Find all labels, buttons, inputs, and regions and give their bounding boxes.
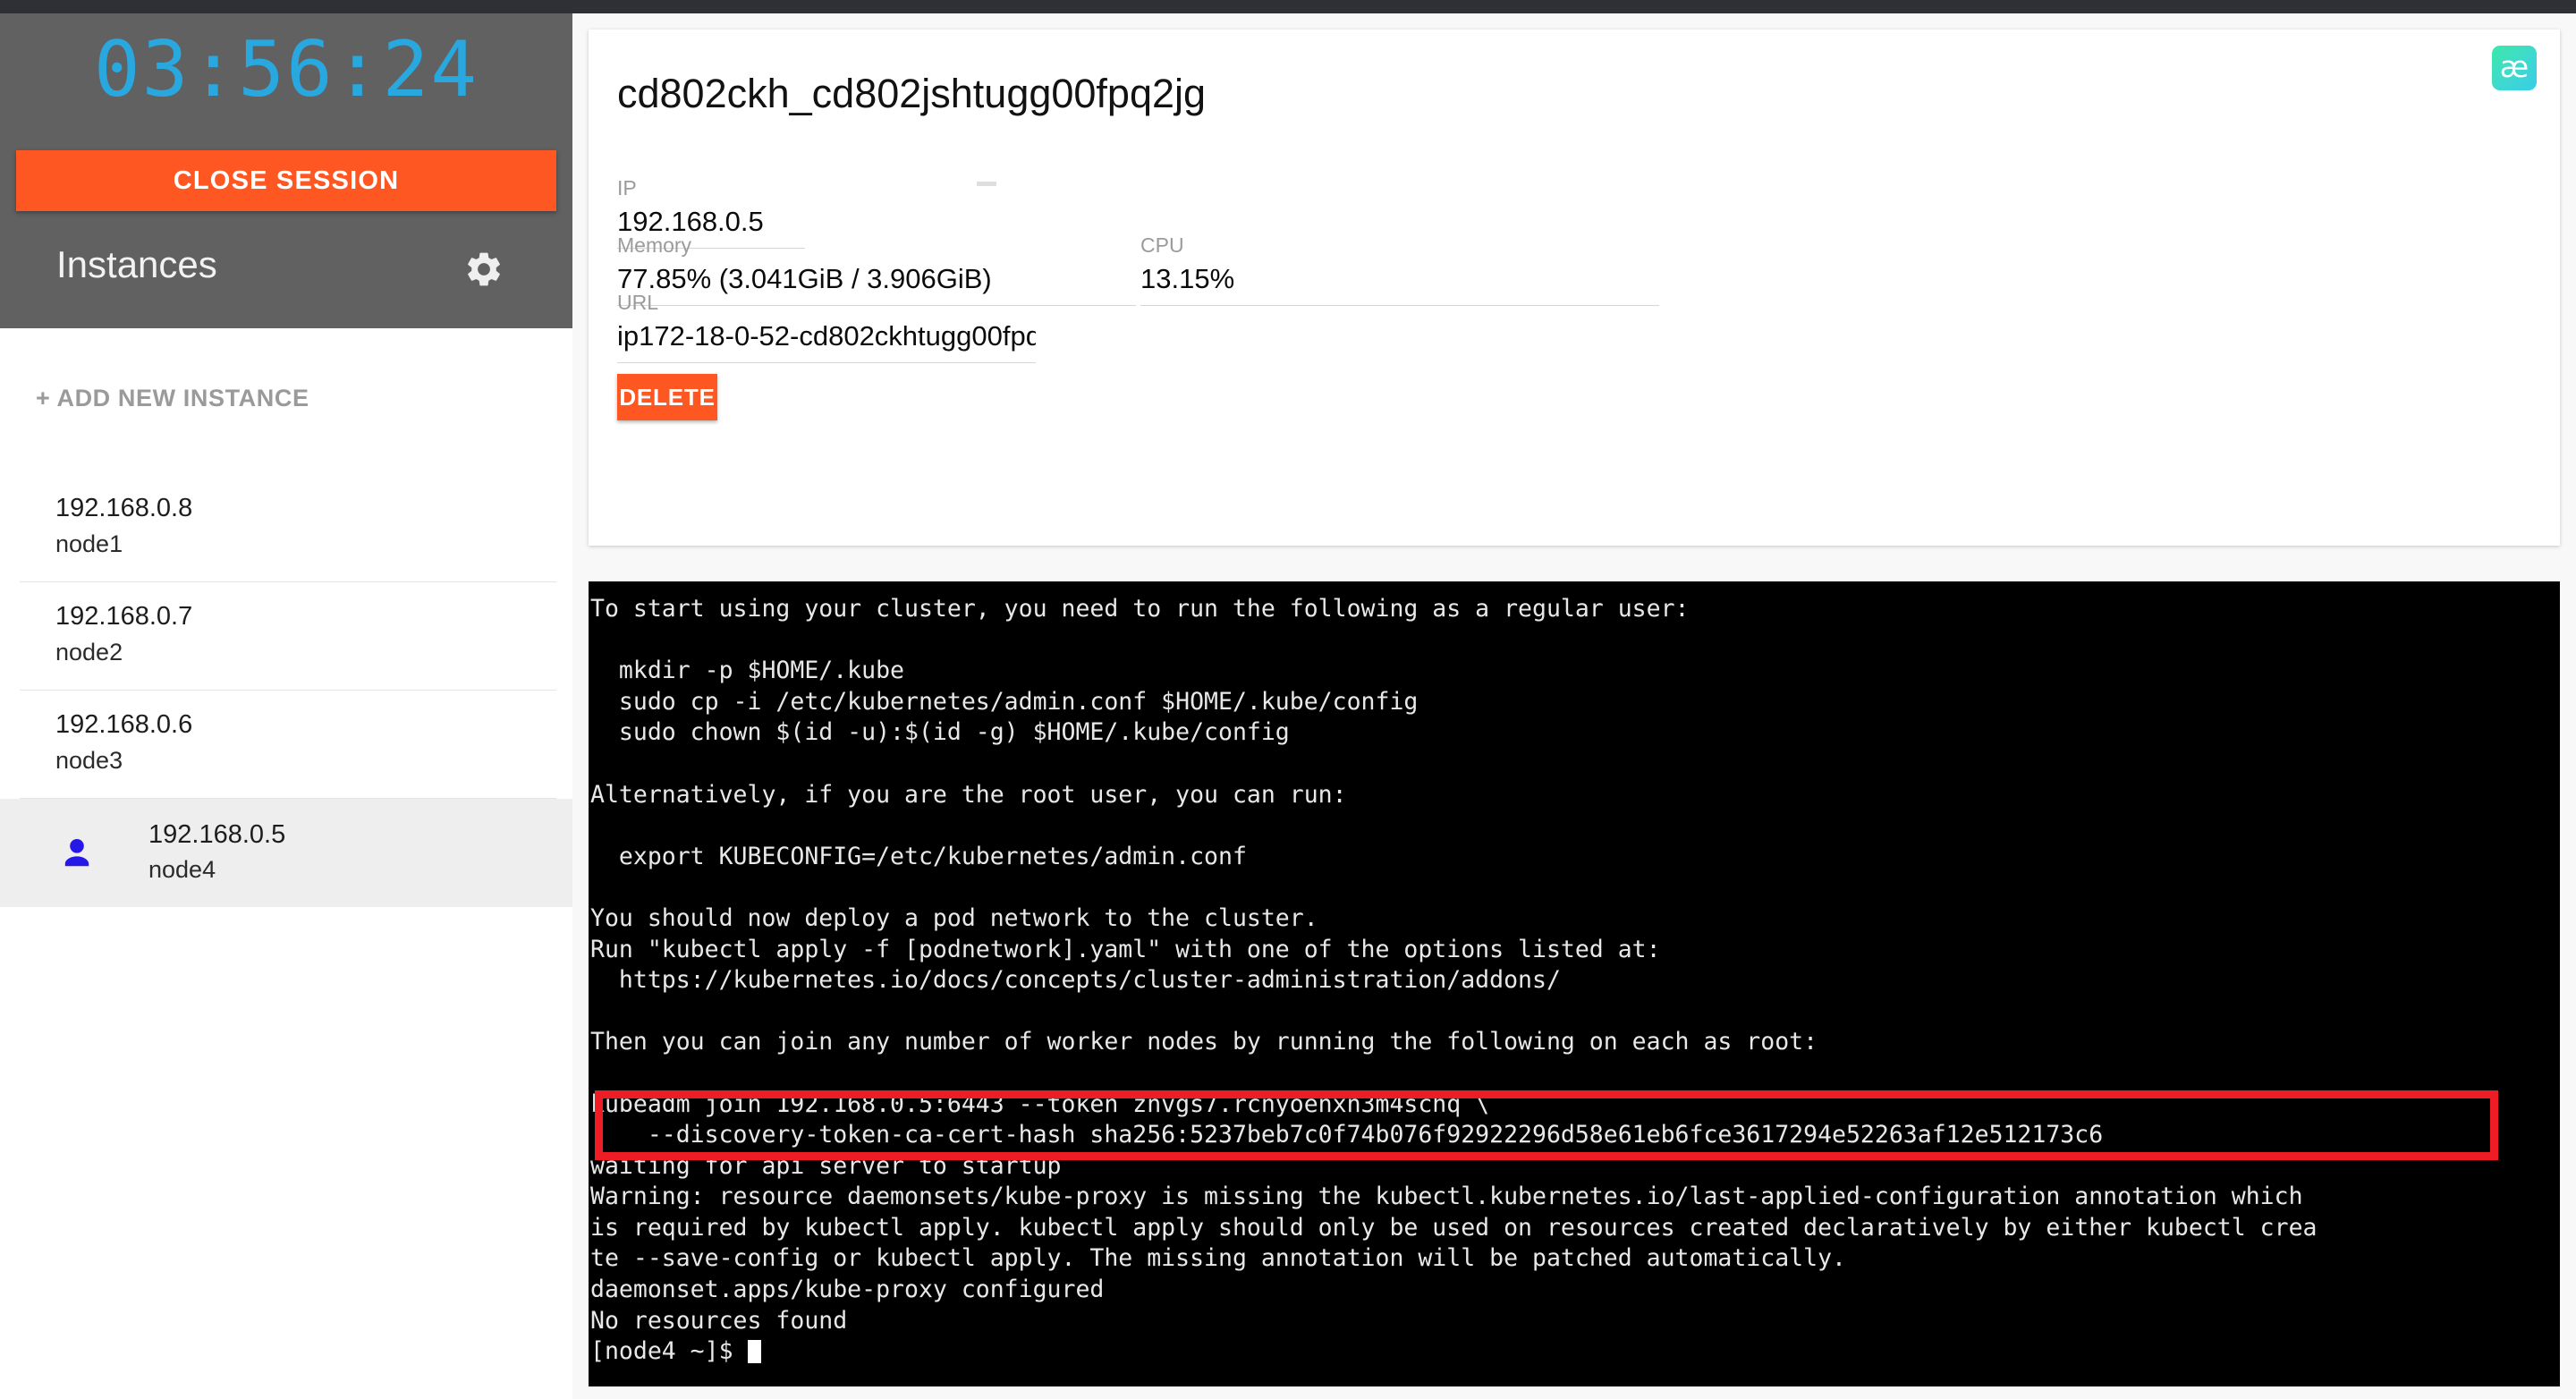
instance-name: node1 <box>55 530 123 557</box>
terminal-line: You should now deploy a pod network to t… <box>590 903 1318 932</box>
terminal-line: Warning: resource daemonsets/kube-proxy … <box>590 1183 2303 1211</box>
gear-icon[interactable] <box>463 249 504 290</box>
instance-detail-card: æ cd802ckh_cd802jshtugg00fpq2jg IP 192.1… <box>589 30 2560 546</box>
prompt-text: [node4 ~]$ <box>590 1337 748 1366</box>
instance-ip: 192.168.0.8 <box>55 494 193 522</box>
main-content: æ cd802ckh_cd802jshtugg00fpq2jg IP 192.1… <box>572 13 2576 1399</box>
ip-label: IP <box>617 176 637 199</box>
delete-button[interactable]: DELETE <box>617 374 717 420</box>
terminal-line: Then you can join any number of worker n… <box>590 1028 1818 1056</box>
page-title: cd802ckh_cd802jshtugg00fpq2jg <box>617 71 1207 116</box>
cpu-value[interactable]: 13.15% <box>1140 263 1659 306</box>
top-bar <box>0 0 2576 13</box>
instance-ip: 192.168.0.6 <box>55 710 193 739</box>
terminal-line: Run "kubectl apply -f [podnetwork].yaml"… <box>590 935 1661 963</box>
instance-name: node3 <box>55 747 123 774</box>
url-field: URL ip172-18-0-52-cd802ckhtugg00fpq2hg.d… <box>617 291 1036 363</box>
add-new-instance-button[interactable]: + ADD NEW INSTANCE <box>36 385 309 412</box>
divider-dash <box>977 182 996 186</box>
list-item[interactable]: 192.168.0.7 node2 <box>20 582 556 691</box>
terminal-line: te --save-config or kubectl apply. The m… <box>590 1244 1846 1273</box>
cpu-field: CPU 13.15% <box>1140 233 1659 306</box>
instance-ip: 192.168.0.5 <box>148 820 286 849</box>
session-timer: 03:56:24 <box>93 25 479 114</box>
instance-list: 192.168.0.8 node1 192.168.0.7 node2 192.… <box>0 474 572 907</box>
terminal-line: kubeadm join 192.168.0.5:6443 --token zn… <box>590 1090 1490 1118</box>
terminal-line: daemonset.apps/kube-proxy configured <box>590 1276 1105 1304</box>
instances-heading: Instances <box>56 243 217 285</box>
instances-header: Instances <box>0 233 572 322</box>
list-item[interactable]: 192.168.0.6 node3 <box>20 691 556 799</box>
terminal-console[interactable]: To start using your cluster, you need to… <box>589 581 2560 1386</box>
sidebar-header: 03:56:24 CLOSE SESSION Instances <box>0 13 572 328</box>
terminal-prompt: [node4 ~]$ <box>590 1336 2317 1368</box>
url-label: URL <box>617 291 659 314</box>
cpu-label: CPU <box>1140 233 1184 257</box>
memory-label: Memory <box>617 233 692 257</box>
terminal-line: --discovery-token-ca-cert-hash sha256:52… <box>590 1121 2104 1149</box>
sidebar: 03:56:24 CLOSE SESSION Instances + ADD N… <box>0 13 572 1399</box>
list-item[interactable]: 192.168.0.8 node1 <box>20 474 556 582</box>
terminal-line: is required by kubectl apply. kubectl ap… <box>590 1213 2318 1242</box>
terminal-output: To start using your cluster, you need to… <box>590 594 2317 1368</box>
terminal-line: https://kubernetes.io/docs/concepts/clus… <box>590 966 1561 995</box>
list-item-selected[interactable]: 192.168.0.5 node4 <box>0 799 572 907</box>
instance-name: node4 <box>148 856 216 883</box>
ae-logo-icon[interactable]: æ <box>2492 46 2537 90</box>
instance-ip: 192.168.0.7 <box>55 602 193 631</box>
app-root: 03:56:24 CLOSE SESSION Instances + ADD N… <box>0 0 2576 1399</box>
terminal-line: mkdir -p $HOME/.kube <box>590 657 904 685</box>
instance-name: node2 <box>55 639 123 666</box>
url-value[interactable]: ip172-18-0-52-cd802ckhtugg00fpq2hg.direc… <box>617 320 1036 363</box>
terminal-line: waiting for api server to startup <box>590 1151 1062 1180</box>
terminal-line: sudo chown $(id -u):$(id -g) $HOME/.kube… <box>590 718 1290 747</box>
close-session-button[interactable]: CLOSE SESSION <box>16 150 556 211</box>
terminal-line: Alternatively, if you are the root user,… <box>590 780 1347 809</box>
terminal-line: export KUBECONFIG=/etc/kubernetes/admin.… <box>590 842 1247 870</box>
user-icon <box>55 833 98 876</box>
terminal-cursor <box>747 1340 761 1364</box>
terminal-line: No resources found <box>590 1306 848 1335</box>
terminal-line: sudo cp -i /etc/kubernetes/admin.conf $H… <box>590 687 1419 716</box>
terminal-line: To start using your cluster, you need to… <box>590 595 1690 623</box>
